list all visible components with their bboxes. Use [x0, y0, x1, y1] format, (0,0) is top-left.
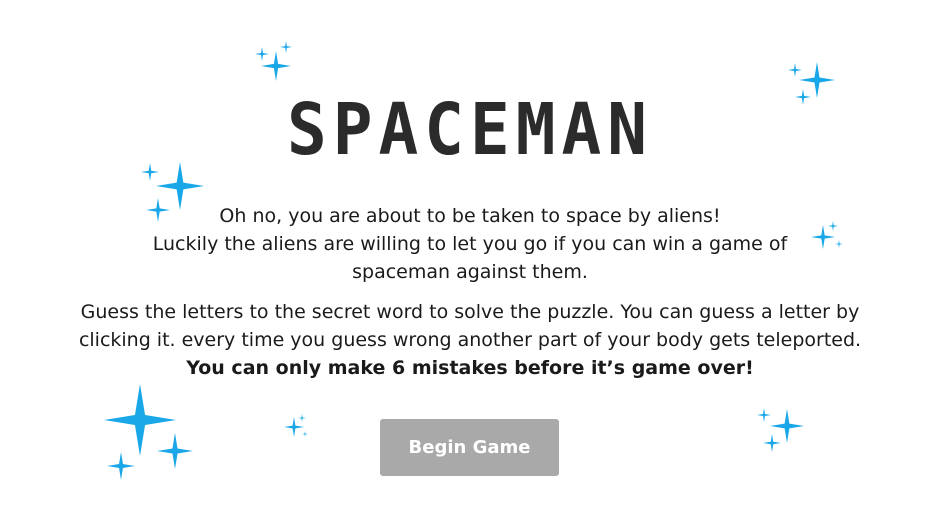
- sparkle-icon: [157, 433, 193, 469]
- sparkle-icon: [280, 41, 292, 53]
- sparkle-icon: [763, 434, 781, 452]
- sparkle-icon: [811, 225, 835, 249]
- sparkle-icon: [770, 409, 804, 443]
- rules-text: Guess the letters to the secret word to …: [60, 298, 880, 382]
- sparkle-icon: [284, 417, 304, 437]
- begin-game-button[interactable]: Begin Game: [380, 419, 559, 476]
- sparkle-icon: [261, 51, 291, 81]
- sparkle-icon: [107, 452, 135, 480]
- sparkle-icon: [835, 240, 843, 248]
- rules-description: Guess the letters to the secret word to …: [78, 301, 862, 351]
- game-title: SPACEMAN: [287, 87, 653, 172]
- sparkle-icon: [828, 221, 838, 231]
- intro-line-1: Oh no, you are about to be taken to spac…: [219, 205, 721, 227]
- sparkle-icon: [302, 431, 308, 437]
- sparkle-icon: [757, 408, 771, 422]
- sparkle-icon: [104, 384, 176, 456]
- sparkle-icon: [788, 63, 802, 77]
- intro-line-2: Luckily the aliens are willing to let yo…: [152, 233, 788, 283]
- sparkle-icon: [255, 47, 269, 61]
- mistake-limit-warning: You can only make 6 mistakes before it’s…: [186, 357, 754, 379]
- intro-text: Oh no, you are about to be taken to spac…: [140, 202, 800, 286]
- sparkle-icon: [298, 414, 306, 422]
